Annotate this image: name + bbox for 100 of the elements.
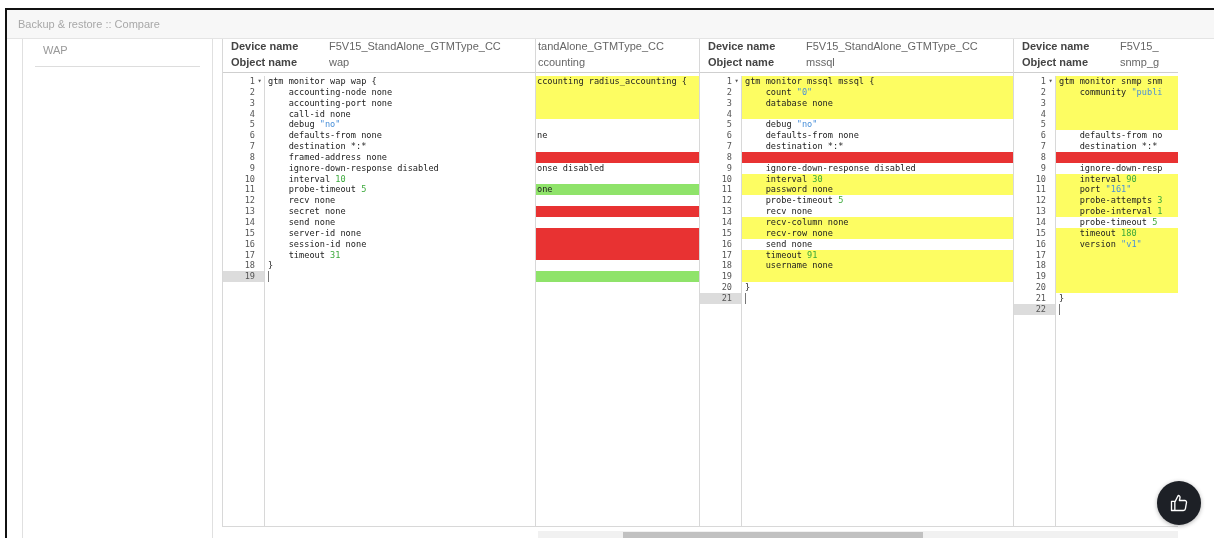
window-title: Backup & restore :: Compare bbox=[18, 18, 160, 30]
code-line: server-id none bbox=[287, 227, 363, 239]
line-number: 8 bbox=[725, 151, 733, 163]
line-number: 15 bbox=[243, 227, 256, 239]
line-number: 14 bbox=[1034, 216, 1047, 228]
line-number: 5 bbox=[1039, 119, 1047, 131]
code-line: debug "no" bbox=[287, 119, 342, 131]
device-name: tandAlone_GTMType_CC bbox=[538, 39, 664, 52]
code-line: accounting-node none bbox=[287, 86, 394, 98]
code-line: secret none bbox=[287, 206, 347, 217]
line-number: 17 bbox=[720, 249, 733, 261]
device-name: F5V15_StandAlone_GTMType_CC bbox=[329, 39, 501, 52]
line-number: 13 bbox=[720, 206, 733, 217]
line-number: 2 bbox=[248, 86, 256, 98]
line-number: 8 bbox=[1039, 151, 1047, 163]
field-label: Device name bbox=[1022, 39, 1091, 52]
line-number: 10 bbox=[1034, 173, 1047, 185]
code-line: ne bbox=[536, 130, 549, 142]
line-number: 10 bbox=[720, 173, 733, 185]
code-line: probe-timeout 5 bbox=[764, 195, 845, 207]
object-name: mssql bbox=[806, 56, 835, 68]
field-label: Object name bbox=[708, 56, 776, 68]
line-number: 16 bbox=[243, 238, 256, 250]
code-line: call-id none bbox=[287, 108, 352, 120]
line-number: 7 bbox=[725, 141, 733, 152]
code-line: probe-timeout 5 bbox=[287, 184, 368, 196]
code-line: } bbox=[1058, 292, 1066, 304]
horizontal-scrollbar[interactable] bbox=[538, 531, 1178, 538]
line-number: 19 bbox=[1034, 271, 1047, 283]
code-line: recv none bbox=[287, 195, 337, 207]
line-number: 21 bbox=[1034, 292, 1047, 304]
line-number: 19 bbox=[720, 271, 733, 283]
code-line: destination *:* bbox=[1078, 141, 1159, 152]
line-number: 20 bbox=[1034, 282, 1047, 293]
line-number: 4 bbox=[248, 108, 256, 120]
code-line: accounting-port none bbox=[287, 97, 394, 109]
field-label: Device name bbox=[708, 39, 777, 52]
line-number: 10 bbox=[243, 173, 256, 185]
line-number: 16 bbox=[1034, 238, 1047, 250]
object-name: ccounting bbox=[538, 56, 586, 68]
code-editor[interactable] bbox=[223, 72, 535, 527]
line-number: 2 bbox=[725, 86, 733, 98]
line-number: 11 bbox=[1034, 184, 1047, 196]
line-number: 15 bbox=[1034, 227, 1047, 239]
code-line: gtm monitor wap wap { bbox=[267, 76, 378, 87]
line-number: 16 bbox=[720, 238, 733, 250]
line-number: 14 bbox=[243, 216, 256, 228]
line-number: 17 bbox=[1034, 249, 1047, 261]
code-line: ignore-down-response disabled bbox=[764, 162, 917, 174]
code-editor[interactable] bbox=[700, 72, 1013, 527]
line-number: 7 bbox=[248, 141, 256, 152]
object-name: wap bbox=[329, 56, 350, 68]
line-number: 9 bbox=[1039, 162, 1047, 174]
code-line: onse disabled bbox=[536, 162, 606, 174]
line-number: 9 bbox=[248, 162, 256, 174]
line-number: 11 bbox=[243, 184, 256, 196]
line-number: 14 bbox=[720, 216, 733, 228]
field-label: Object name bbox=[231, 56, 299, 68]
line-number: 13 bbox=[243, 206, 256, 217]
line-number: 18 bbox=[1034, 260, 1047, 272]
thumbs-up-icon bbox=[1169, 493, 1189, 513]
device-name: F5V15_StandAlone_GTMType_CC bbox=[806, 39, 978, 52]
code-line: defaults-from no bbox=[1078, 130, 1164, 142]
line-number: 6 bbox=[1039, 130, 1047, 142]
line-number: 5 bbox=[725, 119, 733, 131]
device-name: F5V15_ bbox=[1120, 39, 1159, 52]
line-number: 22 bbox=[1014, 303, 1055, 315]
line-number: 4 bbox=[1039, 108, 1047, 120]
line-number: 13 bbox=[1034, 206, 1047, 217]
code-line: send none bbox=[764, 238, 814, 250]
code-line: } bbox=[744, 282, 752, 293]
line-number: 9 bbox=[725, 162, 733, 174]
code-line: probe-timeout 5 bbox=[1078, 216, 1159, 228]
line-number: 5 bbox=[248, 119, 256, 131]
line-number: 8 bbox=[248, 151, 256, 163]
line-number: 6 bbox=[248, 130, 256, 142]
line-number: 18 bbox=[720, 260, 733, 272]
code-editor[interactable] bbox=[1014, 72, 1178, 527]
line-number: 12 bbox=[1034, 195, 1047, 207]
line-number: 19 bbox=[223, 271, 264, 283]
code-line: ignore-down-response disabled bbox=[287, 162, 440, 174]
code-editor[interactable]: ccounting radius_accounting { ne onse disabled one bbox=[536, 72, 699, 527]
line-number: 4 bbox=[725, 108, 733, 120]
code-line: defaults-from none bbox=[764, 130, 860, 142]
field-label: Object name bbox=[1022, 56, 1090, 68]
code-line: interval 10 bbox=[287, 173, 347, 185]
line-number: 3 bbox=[248, 97, 256, 109]
line-number: 17 bbox=[243, 249, 256, 261]
code-line: defaults-from none bbox=[287, 130, 383, 142]
code-line: destination *:* bbox=[287, 141, 368, 152]
field-label: Device name bbox=[231, 39, 300, 52]
code-line: send none bbox=[287, 216, 337, 228]
line-number: 20 bbox=[720, 282, 733, 293]
line-number: 7 bbox=[1039, 141, 1047, 152]
line-number: 18 bbox=[243, 260, 256, 272]
code-line: ignore-down-resp bbox=[1078, 162, 1164, 174]
code-line: timeout 31 bbox=[287, 249, 342, 261]
line-number: 11 bbox=[720, 184, 733, 196]
line-number: 3 bbox=[725, 97, 733, 109]
like-button[interactable] bbox=[1157, 481, 1201, 525]
